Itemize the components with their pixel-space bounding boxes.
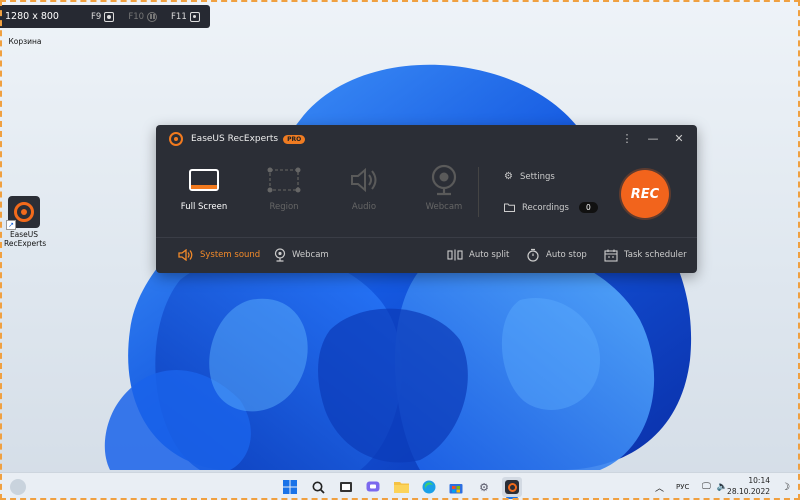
easeus-app-icon: ↗ — [6, 196, 40, 230]
recycle-bin-icon[interactable]: Корзина — [4, 37, 46, 46]
bottom-toolbar: System sound Webcam Auto split Auto stop… — [156, 237, 697, 273]
webcam-toggle[interactable]: Webcam — [274, 248, 329, 262]
start-icon[interactable] — [281, 478, 299, 496]
show-hidden-icons[interactable]: ︿ — [655, 473, 664, 500]
mode-full-screen-label: Full Screen — [180, 202, 228, 212]
mode-webcam[interactable]: Webcam — [404, 163, 484, 212]
pro-badge: PRO — [283, 134, 306, 144]
mode-full-screen[interactable]: Full Screen — [164, 163, 244, 212]
notifications-icon[interactable]: ☽ — [781, 473, 790, 500]
recordings-count-badge: 0 — [578, 202, 598, 213]
task-view-icon[interactable] — [337, 478, 355, 496]
search-icon[interactable] — [309, 478, 327, 496]
recordings-button[interactable]: Recordings 0 — [504, 202, 598, 213]
system-sound-toggle[interactable]: System sound — [178, 249, 260, 261]
capture-modes: Full Screen Region Audio Webcam — [164, 163, 484, 212]
pause-hotkey: F10 — [128, 11, 158, 22]
auto-split-label: Auto split — [469, 250, 510, 260]
speaker-icon — [178, 249, 193, 261]
mode-audio[interactable]: Audio — [324, 163, 404, 212]
webcam-icon — [431, 164, 457, 196]
system-tray[interactable]: 🖵 🔈 — [702, 473, 728, 500]
folder-icon — [504, 203, 515, 212]
calendar-icon — [604, 249, 618, 262]
recordings-label: Recordings — [522, 202, 569, 213]
edge-browser-icon[interactable] — [420, 478, 438, 496]
file-explorer-icon[interactable] — [392, 478, 410, 496]
mode-audio-label: Audio — [351, 202, 377, 212]
mode-webcam-label: Webcam — [425, 202, 463, 212]
clock-date: 28.10.2022 — [727, 487, 770, 496]
auto-split-button[interactable]: Auto split — [447, 249, 509, 261]
divider — [478, 167, 479, 217]
region-icon — [267, 167, 301, 193]
settings-label: Settings — [519, 171, 555, 182]
capture-dimensions: 1280 x 800 — [5, 11, 59, 22]
desktop-app-shortcut[interactable]: ↗ EaseUS RecExperts — [4, 196, 47, 248]
clock[interactable]: 10:14 28.10.2022 — [727, 475, 770, 497]
active-app-indicator — [506, 497, 518, 499]
task-scheduler-label: Task scheduler — [624, 250, 687, 260]
full-screen-icon — [189, 169, 219, 191]
minimize-icon[interactable]: — — [645, 130, 661, 146]
gear-icon: ⚙ — [504, 171, 513, 182]
widgets-icon[interactable] — [10, 479, 26, 495]
store-icon[interactable] — [447, 478, 465, 496]
mode-region[interactable]: Region — [244, 163, 324, 212]
settings-gear-icon[interactable]: ⚙ — [475, 478, 493, 496]
camera-icon — [189, 11, 200, 22]
desktop-app-label: EaseUS RecExperts — [4, 230, 47, 248]
record-hotkey[interactable]: F9 — [91, 11, 115, 22]
capture-hud: 1280 x 800 F9 F10 F11 — [0, 5, 210, 28]
clock-time: 10:14 — [748, 476, 770, 485]
task-scheduler-button[interactable]: Task scheduler — [604, 249, 687, 262]
pause-icon — [147, 11, 158, 22]
system-sound-label: System sound — [200, 250, 261, 260]
mode-region-label: Region — [269, 202, 299, 212]
auto-stop-label: Auto stop — [546, 250, 587, 260]
auto-split-icon — [447, 249, 463, 261]
screenshot-hotkey-label: F11 — [171, 11, 187, 22]
webcam-label: Webcam — [292, 250, 329, 260]
more-options-icon[interactable]: ⋮ — [619, 130, 635, 146]
record-icon — [104, 11, 115, 22]
chevron-up-icon: ︿ — [655, 483, 665, 494]
network-icon: 🖵 — [702, 482, 711, 492]
settings-button[interactable]: ⚙ Settings — [504, 171, 555, 182]
recycle-bin-label: Корзина — [8, 37, 42, 46]
taskbar: ⚙ ︿ РУС 🖵 🔈 10:14 28.10.2022 ☽ — [0, 472, 800, 500]
chat-icon[interactable] — [364, 478, 382, 496]
recexperts-window: EaseUS RecExperts PRO ⋮ — ✕ Full Screen … — [156, 125, 697, 273]
rec-button[interactable]: REC — [621, 170, 669, 218]
pause-hotkey-label: F10 — [128, 11, 145, 22]
close-icon[interactable]: ✕ — [671, 130, 687, 146]
easeus-taskbar-icon[interactable] — [502, 477, 522, 497]
record-hotkey-label: F9 — [91, 11, 102, 22]
window-controls: ⋮ — ✕ — [619, 130, 687, 146]
language-label: РУС — [676, 483, 690, 491]
stopwatch-icon — [527, 248, 539, 262]
auto-stop-button[interactable]: Auto stop — [526, 248, 587, 262]
title-bar[interactable]: EaseUS RecExperts PRO — [156, 125, 697, 153]
language-indicator[interactable]: РУС — [676, 473, 689, 500]
webcam-small-icon — [274, 248, 286, 262]
screenshot-hotkey[interactable]: F11 — [171, 11, 200, 22]
app-logo-icon — [169, 132, 183, 146]
audio-icon — [351, 167, 377, 193]
app-title: EaseUS RecExperts — [191, 134, 279, 144]
